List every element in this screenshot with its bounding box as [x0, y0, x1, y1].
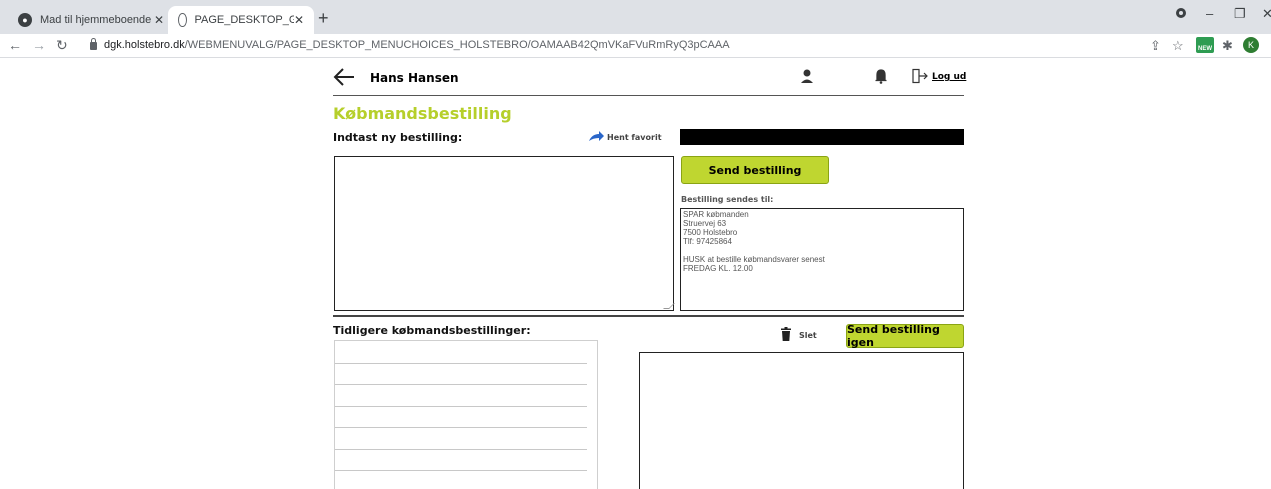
- bell-icon[interactable]: [874, 68, 888, 84]
- page-title: Købmandsbestilling: [333, 104, 512, 123]
- address-bar: ← → ↻ dgk.holstebro.dk/WEBMENUVALG/PAGE_…: [0, 34, 1271, 58]
- user-name: Hans Hansen: [370, 71, 459, 85]
- list-row-divider: [335, 449, 587, 450]
- section-divider: [333, 315, 964, 317]
- extension-new-icon[interactable]: NEW: [1196, 37, 1214, 53]
- app-icon: ●: [18, 13, 32, 27]
- bookmark-star-icon[interactable]: ☆: [1172, 38, 1184, 54]
- globe-icon: [178, 13, 187, 27]
- browser-tab-2[interactable]: PAGE_DESKTOP_GROCERY_ORDI ✕: [168, 6, 314, 34]
- profile-avatar[interactable]: K: [1243, 37, 1259, 53]
- tab-title: Mad til hjemmeboende: [40, 14, 152, 26]
- browser-tab-1[interactable]: ● Mad til hjemmeboende ✕: [8, 6, 174, 34]
- trash-icon[interactable]: [781, 327, 791, 341]
- user-icon[interactable]: [800, 68, 814, 84]
- logout-icon[interactable]: [912, 68, 928, 84]
- forward-arrow-icon[interactable]: →: [32, 37, 46, 53]
- close-window-button[interactable]: ✕: [1262, 6, 1271, 22]
- order-textarea[interactable]: [334, 156, 674, 311]
- new-badge-label: NEW: [1198, 46, 1212, 52]
- extensions-puzzle-icon[interactable]: ✱: [1222, 38, 1233, 54]
- list-row-divider: [335, 384, 587, 385]
- share-arrow-icon[interactable]: [588, 130, 604, 142]
- previous-orders-label: Tidligere købmandsbestillinger:: [333, 324, 531, 337]
- recipient-line: Struervej 63: [683, 219, 727, 228]
- recipient-line: 7500 Holstebro: [683, 228, 738, 237]
- new-tab-button[interactable]: +: [318, 9, 329, 27]
- url-host: dgk.holstebro.dk: [104, 39, 185, 51]
- recipient-line: SPAR købmanden: [683, 210, 749, 219]
- restore-button[interactable]: ❐: [1234, 6, 1246, 22]
- header-divider: [333, 95, 964, 96]
- lock-icon: [90, 38, 97, 50]
- logout-link[interactable]: Log ud: [932, 72, 966, 82]
- delete-link[interactable]: Slet: [799, 331, 817, 340]
- list-row-divider: [335, 363, 587, 364]
- resend-order-button[interactable]: Send bestilling igen: [846, 323, 964, 349]
- browser-tab-bar: ● Mad til hjemmeboende ✕ PAGE_DESKTOP_GR…: [0, 0, 1271, 34]
- tab-title: PAGE_DESKTOP_GROCERY_ORDI: [194, 14, 294, 26]
- back-arrow-icon[interactable]: [333, 67, 355, 87]
- recipient-info-box: SPAR købmanden Struervej 63 7500 Holsteb…: [680, 208, 964, 311]
- send-order-button[interactable]: Send bestilling: [681, 156, 829, 184]
- recipient-line: FREDAG KL. 12.00: [683, 264, 753, 273]
- back-arrow-icon[interactable]: ←: [8, 37, 22, 53]
- recipient-line: Tlf: 97425864: [683, 237, 732, 246]
- close-tab-icon[interactable]: ✕: [294, 13, 304, 27]
- fetch-favorite-link[interactable]: Hent favorit: [607, 133, 662, 142]
- previous-orders-list[interactable]: [334, 340, 598, 489]
- previous-order-detail-box: [639, 352, 964, 489]
- list-row-divider: [335, 470, 587, 471]
- list-row-divider: [335, 406, 587, 407]
- url-field[interactable]: dgk.holstebro.dk/WEBMENUVALG/PAGE_DESKTO…: [104, 39, 730, 51]
- url-path: /WEBMENUVALG/PAGE_DESKTOP_MENUCHOICES_HO…: [184, 39, 730, 51]
- minimize-button[interactable]: –: [1206, 6, 1213, 21]
- reload-icon[interactable]: ↻: [56, 37, 68, 53]
- list-row-divider: [335, 427, 587, 428]
- recipient-line: HUSK at bestille købmandsvarer senest: [683, 255, 825, 264]
- share-icon[interactable]: ⇪: [1150, 38, 1161, 54]
- new-order-label: Indtast ny bestilling:: [333, 131, 463, 144]
- recipient-label: Bestilling sendes til:: [681, 195, 774, 204]
- redacted-bar: [680, 129, 964, 145]
- close-tab-icon[interactable]: ✕: [154, 13, 164, 27]
- record-icon[interactable]: [1175, 7, 1187, 22]
- recipient-line: [683, 246, 961, 255]
